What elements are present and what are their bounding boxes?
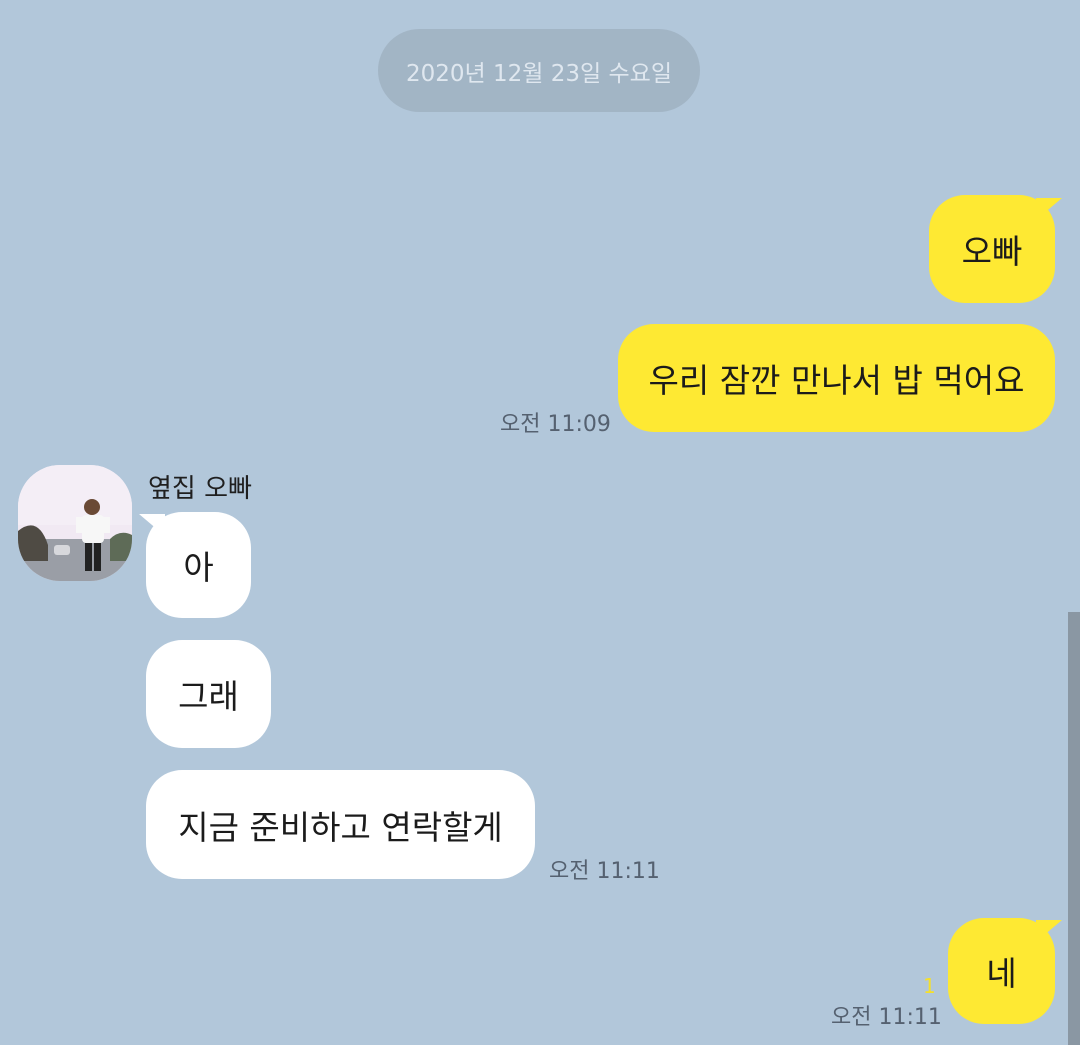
avatar[interactable] bbox=[18, 465, 132, 581]
profile-photo-icon bbox=[18, 465, 132, 581]
message-time: 오전 11:11 bbox=[831, 1005, 942, 1030]
sender-name: 옆집 오빠 bbox=[148, 474, 252, 504]
scrollbar[interactable] bbox=[1068, 612, 1080, 1045]
their-message-bubble[interactable]: 지금 준비하고 연락할게 bbox=[146, 770, 535, 879]
unread-count: 1 bbox=[923, 974, 936, 998]
message-time: 오전 11:11 bbox=[549, 859, 660, 884]
their-message-bubble[interactable]: 그래 bbox=[146, 640, 271, 748]
message-text: 지금 준비하고 연락할게 bbox=[178, 807, 503, 847]
message-text: 네 bbox=[986, 954, 1017, 993]
message-text: 그래 bbox=[178, 677, 239, 716]
my-message-bubble[interactable]: 우리 잠깐 만나서 밥 먹어요 bbox=[618, 324, 1055, 432]
message-text: 오빠 bbox=[961, 232, 1023, 271]
bubble-tail bbox=[139, 514, 165, 536]
message-text: 우리 잠깐 만나서 밥 먹어요 bbox=[648, 361, 1025, 400]
bubble-tail bbox=[1036, 198, 1062, 220]
date-divider: 2020년 12월 23일 수요일 bbox=[378, 29, 700, 112]
chat-room: 2020년 12월 23일 수요일 오빠 우리 잠깐 만나서 밥 먹어요 오전 … bbox=[0, 0, 1080, 1045]
bubble-tail bbox=[1036, 920, 1062, 942]
message-text: 아 bbox=[183, 548, 214, 587]
message-time: 오전 11:09 bbox=[500, 412, 611, 437]
